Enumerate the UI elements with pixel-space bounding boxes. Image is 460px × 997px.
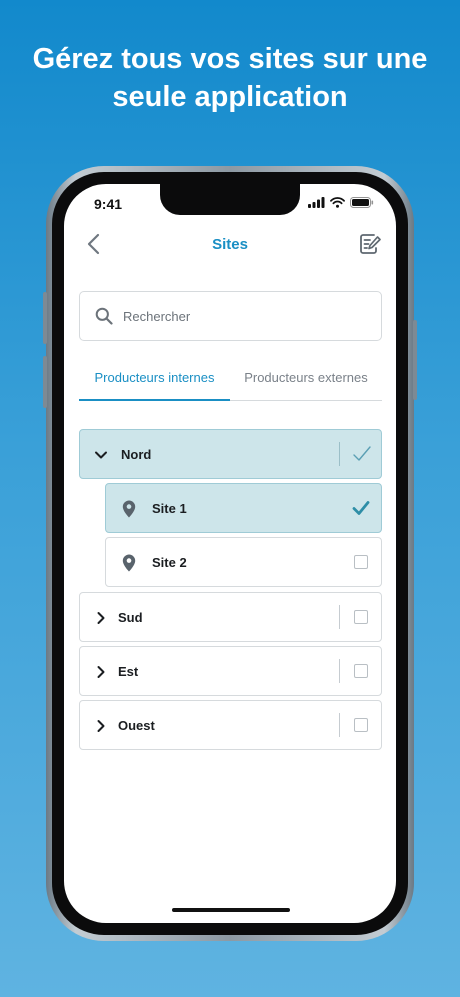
region-label: Sud: [118, 610, 143, 625]
site-row-site-1[interactable]: Site 1: [105, 483, 382, 533]
region-label: Est: [118, 664, 139, 679]
page-title: Sites: [212, 236, 248, 253]
search-placeholder: Rechercher: [123, 309, 191, 324]
site-label: Site 2: [152, 555, 187, 570]
row-divider: [339, 659, 340, 683]
chevron-right-icon[interactable]: [94, 665, 108, 679]
status-time: 9:41: [94, 196, 123, 212]
phone-screen: 9:41 Sites Rechercher Producteurs intern…: [64, 184, 396, 923]
checkbox[interactable]: [354, 555, 368, 569]
phone-notch: [160, 184, 300, 215]
checkbox[interactable]: [354, 718, 368, 732]
chevron-right-icon[interactable]: [94, 719, 108, 733]
headline-line-1: Gérez tous vos sites sur une: [32, 43, 428, 75]
site-label: Site 1: [152, 501, 187, 516]
site-row-site-2[interactable]: Site 2: [105, 537, 382, 587]
signal-icon: [308, 197, 325, 208]
row-divider: [339, 605, 340, 629]
tab-producteurs-internes[interactable]: Producteurs internes: [79, 364, 230, 400]
phone-volume-button: [43, 356, 47, 408]
marketing-headline: Gérez tous vos sites sur une seule appli…: [0, 40, 460, 116]
location-pin-icon: [122, 500, 136, 518]
producer-tabs: Producteurs internes Producteurs externe…: [79, 364, 382, 402]
region-row-ouest[interactable]: Ouest: [79, 700, 382, 750]
region-row-est[interactable]: Est: [79, 646, 382, 696]
home-indicator[interactable]: [172, 908, 290, 912]
tab-divider: [230, 400, 382, 401]
edit-list-icon[interactable]: [358, 232, 382, 256]
checkbox[interactable]: [354, 610, 368, 624]
wifi-icon: [330, 197, 345, 208]
row-divider: [339, 442, 340, 466]
tab-producteurs-externes[interactable]: Producteurs externes: [230, 364, 382, 400]
checkmark-outline-icon[interactable]: [352, 445, 372, 463]
checkbox[interactable]: [354, 664, 368, 678]
checkmark-icon[interactable]: [352, 500, 370, 516]
status-icons: [308, 197, 374, 208]
region-row-nord[interactable]: Nord: [79, 429, 382, 479]
search-input[interactable]: Rechercher: [79, 291, 382, 341]
phone-volume-button: [43, 292, 47, 344]
search-icon: [95, 307, 113, 325]
headline-line-2: seule application: [112, 81, 348, 113]
chevron-right-icon[interactable]: [94, 611, 108, 625]
battery-icon: [350, 197, 374, 208]
region-label: Nord: [121, 447, 152, 462]
chevron-down-icon[interactable]: [94, 448, 108, 462]
region-label: Ouest: [118, 718, 155, 733]
location-pin-icon: [122, 554, 136, 572]
region-row-sud[interactable]: Sud: [79, 592, 382, 642]
active-tab-indicator: [79, 399, 230, 401]
phone-power-button: [413, 320, 417, 400]
row-divider: [339, 713, 340, 737]
